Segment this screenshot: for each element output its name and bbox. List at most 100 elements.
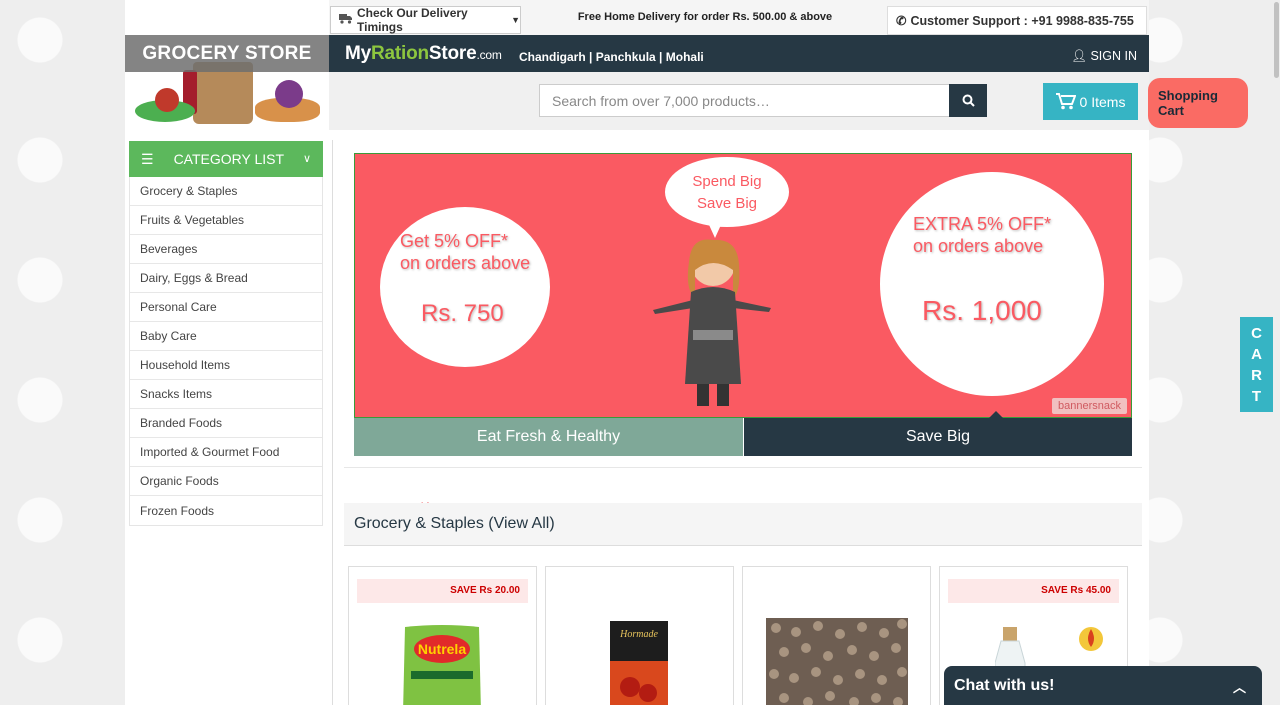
content-divider bbox=[332, 140, 333, 705]
cart-tab-letter: A bbox=[1251, 345, 1262, 363]
bubble-text: Spend Big bbox=[692, 173, 762, 190]
category-label: Household Items bbox=[140, 358, 231, 372]
category-label: Grocery & Staples bbox=[140, 184, 238, 198]
offer1-line: Get 5% OFF* bbox=[400, 231, 509, 251]
category-label: Branded Foods bbox=[140, 416, 223, 430]
delivery-timings-button[interactable]: Check Our Delivery Timings ▼ bbox=[330, 6, 521, 34]
banner-tab-eat-fresh[interactable]: Eat Fresh & Healthy bbox=[354, 418, 743, 456]
product-card[interactable] bbox=[742, 566, 931, 705]
product-image bbox=[766, 618, 908, 705]
tomato-image bbox=[155, 88, 179, 112]
category-item[interactable]: Imported & Gourmet Food bbox=[130, 438, 322, 467]
main-navbar: MyRationStore.com Chandigarh | Panchkula… bbox=[329, 35, 1149, 72]
category-item[interactable]: Branded Foods bbox=[130, 409, 322, 438]
cart-item-count: 0 Items bbox=[1079, 93, 1126, 110]
speech-bubble: Spend Big Save Big bbox=[665, 157, 789, 227]
scrollbar[interactable] bbox=[1273, 0, 1280, 705]
category-label: Fruits & Vegetables bbox=[140, 213, 245, 227]
search-input[interactable]: Search from over 7,000 products… bbox=[539, 84, 951, 117]
product-card[interactable]: Hormade bbox=[545, 566, 734, 705]
category-label: Organic Foods bbox=[140, 474, 219, 488]
category-label: Imported & Gourmet Food bbox=[140, 445, 280, 459]
promo-banner[interactable]: Spend Big Save Big Get 5% OFF* on orders a… bbox=[354, 153, 1132, 418]
shopping-cart-icon bbox=[1055, 93, 1076, 110]
brand-part: Store bbox=[428, 43, 477, 64]
bannersnack-badge[interactable]: bannersnack bbox=[1052, 398, 1127, 414]
category-label: Beverages bbox=[140, 242, 198, 256]
side-cart-tab[interactable]: C A R T bbox=[1240, 317, 1273, 412]
active-tab-pointer bbox=[989, 411, 1003, 418]
offer2-line: EXTRA 5% OFF* bbox=[913, 214, 1052, 234]
phone-icon: ✆ bbox=[896, 14, 907, 28]
chat-widget[interactable]: Chat with us! ︿ bbox=[944, 666, 1262, 705]
category-list: Grocery & Staples Fruits & Vegetables Be… bbox=[129, 177, 323, 526]
truck-icon bbox=[339, 13, 353, 27]
delivery-timings-label: Check Our Delivery Timings bbox=[357, 6, 468, 34]
brand-name: Hormade bbox=[619, 629, 658, 640]
brand-part: Ration bbox=[371, 43, 429, 64]
cabbage-image bbox=[275, 80, 303, 108]
category-item[interactable]: Fruits & Vegetables bbox=[130, 206, 322, 235]
category-list-title: CATEGORY LIST bbox=[173, 151, 285, 167]
section-divider bbox=[344, 467, 1142, 468]
save-badge: SAVE Rs 45.00 bbox=[948, 579, 1119, 603]
sign-in-link[interactable]: 👤︎ SIGN IN bbox=[1071, 49, 1137, 64]
cart-button[interactable]: 0 Items bbox=[1043, 83, 1138, 120]
cart-tab-letter: R bbox=[1251, 366, 1262, 384]
offer-circle bbox=[880, 172, 1104, 396]
service-cities: Chandigarh | Panchkula | Mohali bbox=[519, 50, 704, 64]
shopping-cart-label: Shopping Cart bbox=[1148, 78, 1248, 128]
scrollbar-thumb[interactable] bbox=[1274, 2, 1279, 78]
category-item[interactable]: Baby Care bbox=[130, 322, 322, 351]
tab-label: Save Big bbox=[905, 428, 971, 445]
category-list-header[interactable]: ☰ CATEGORY LIST ∨ bbox=[129, 141, 323, 177]
category-label: Personal Care bbox=[140, 300, 217, 314]
category-item[interactable]: Dairy, Eggs & Bread bbox=[130, 264, 322, 293]
category-item[interactable]: Grocery & Staples bbox=[130, 177, 322, 206]
logo-title: GROCERY STORE bbox=[125, 35, 329, 72]
offer1-amount: Rs. 750 bbox=[421, 300, 504, 327]
chevron-up-icon[interactable]: ︿ bbox=[1233, 677, 1246, 696]
banner-tab-save-big[interactable]: Save Big bbox=[744, 411, 1132, 456]
category-item[interactable]: Household Items bbox=[130, 351, 322, 380]
page-container: Check Our Delivery Timings ▼ Free Home D… bbox=[125, 0, 1248, 705]
category-item[interactable]: Personal Care bbox=[130, 293, 322, 322]
category-label: Baby Care bbox=[140, 329, 197, 343]
chevron-down-icon: ∨ bbox=[302, 153, 311, 165]
product-image: Hormade bbox=[610, 621, 668, 705]
store-logo[interactable]: GROCERY STORE bbox=[125, 0, 329, 130]
cart-tab-letter: C bbox=[1251, 324, 1262, 342]
user-icon: 👤︎ bbox=[1071, 49, 1087, 63]
cart-tab-letter: T bbox=[1251, 387, 1262, 405]
brand-logo[interactable]: MyRationStore.com bbox=[345, 43, 502, 65]
brand-part: My bbox=[345, 43, 371, 64]
offer1-text: Get 5% OFF* on orders above bbox=[400, 230, 530, 274]
category-item[interactable]: Organic Foods bbox=[130, 467, 322, 496]
offer1-line: on orders above bbox=[400, 253, 531, 273]
section-title-label: Grocery & Staples (View All) bbox=[354, 515, 555, 532]
caret-down-icon: ▼ bbox=[511, 15, 520, 25]
category-item[interactable]: Snacks Items bbox=[130, 380, 322, 409]
category-item[interactable]: Beverages bbox=[130, 235, 322, 264]
category-label: Dairy, Eggs & Bread bbox=[140, 271, 248, 285]
product-image: Nutrela bbox=[403, 625, 481, 705]
girl-image bbox=[653, 239, 771, 406]
section-title[interactable]: Grocery & Staples (View All) bbox=[344, 503, 1142, 546]
free-delivery-note: Free Home Delivery for order Rs. 500.00 … bbox=[577, 11, 833, 23]
offer2-amount: Rs. 1,000 bbox=[922, 295, 1042, 326]
offer2-line: on orders above bbox=[913, 236, 1044, 256]
customer-support[interactable]: ✆ Customer Support : +91 9988-835-755 bbox=[887, 6, 1147, 35]
product-card[interactable]: SAVE Rs 20.00 Nutrela bbox=[348, 566, 537, 705]
offer2-text: EXTRA 5% OFF* on orders above bbox=[913, 213, 1051, 257]
search-button[interactable] bbox=[949, 84, 987, 117]
category-item[interactable]: Frozen Foods bbox=[130, 496, 322, 525]
search-icon bbox=[962, 94, 975, 107]
category-label: Frozen Foods bbox=[140, 503, 215, 518]
sign-in-label: SIGN IN bbox=[1090, 49, 1137, 63]
list-icon: ☰ bbox=[141, 150, 154, 167]
support-label: Customer Support : +91 9988-835-755 bbox=[910, 13, 1134, 28]
category-label: Snacks Items bbox=[140, 387, 213, 401]
bubble-text: Save Big bbox=[696, 195, 758, 212]
chat-label: Chat with us! bbox=[954, 676, 1055, 694]
brand-name: Nutrela bbox=[418, 641, 466, 657]
